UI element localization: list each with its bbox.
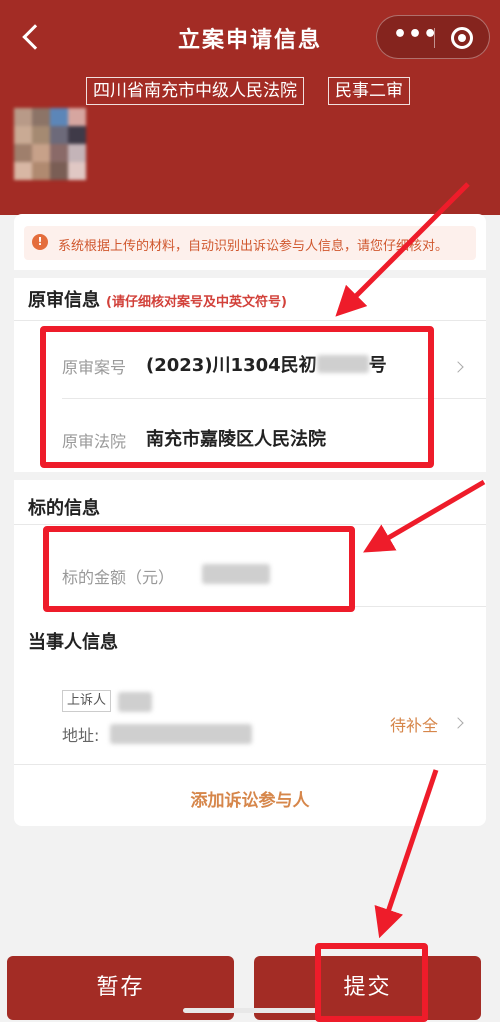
annotation-arrows: [335, 182, 486, 939]
annotation-arrow: [363, 479, 486, 553]
annotation-arrow: [374, 769, 439, 939]
annotation-arrow: [335, 182, 470, 317]
